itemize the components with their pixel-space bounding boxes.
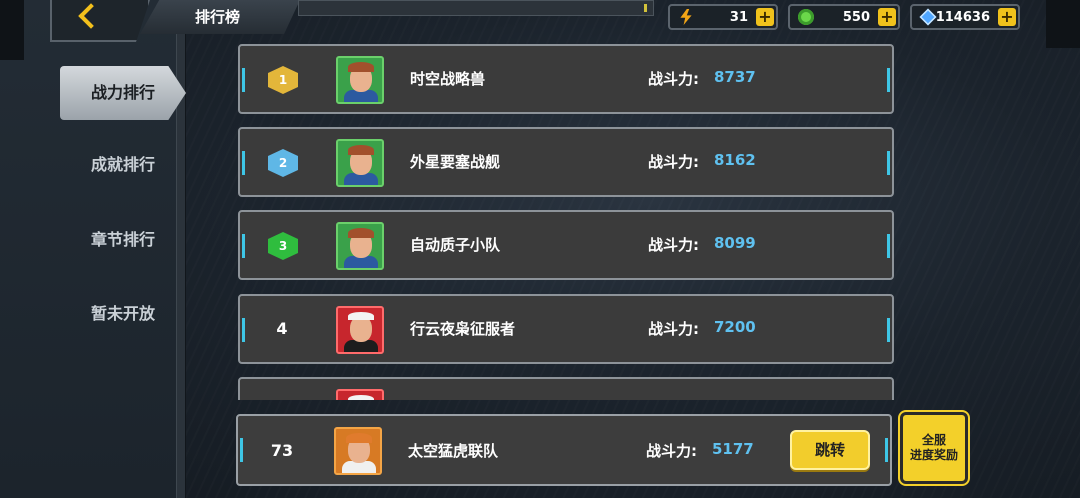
list-item[interactable]: 1 时空战略兽 战斗力: 8737 [238,44,894,114]
title-plate: 排行榜 [140,0,300,34]
rank-green-badge-icon: 3 [268,232,298,260]
power-label: 战斗力: [648,236,699,254]
back-button[interactable] [50,0,150,42]
tab-power-ranking[interactable]: 战力排行 [60,66,186,120]
resource-energy[interactable]: 31 + [668,4,778,30]
corner-frame-right [1046,0,1080,48]
tab-achievement-ranking[interactable]: 成就排行 [60,138,186,192]
list-item[interactable]: 3 自动质子小队 战斗力: 8099 [238,210,894,280]
avatar [336,56,384,104]
resource-diamond[interactable]: 114636 + [910,4,1020,30]
page-title: 排行榜 [195,8,241,26]
server-progress-reward-button[interactable]: 全服 进度奖励 [900,412,968,484]
player-name: 自动质子小队 [410,236,501,254]
green-gem-icon [798,9,814,25]
chevron-left-icon [78,3,104,29]
rank-number: 4 [276,319,288,338]
tab-not-open[interactable]: 暂未开放 [60,287,186,341]
power-label: 战斗力: [646,442,697,460]
power-label: 战斗力: [648,320,699,338]
diamond-icon [919,8,937,26]
power-label: 战斗力: [648,70,699,88]
reward-label-line1: 全服 [921,433,946,447]
resource-value: 550 [842,10,870,25]
power-value: 8162 [714,151,756,169]
rank-silver-badge-icon: 2 [268,149,298,177]
rank-gold-badge-icon: 1 [268,66,298,94]
avatar [336,139,384,187]
jump-button[interactable]: 跳转 [790,430,870,470]
avatar [334,427,382,475]
avatar [336,222,384,270]
ranking-list[interactable]: 1 时空战略兽 战斗力: 8737 2 外星要塞战舰 战斗力: 8162 3 自… [230,40,910,400]
resource-value: 114636 [935,10,990,25]
avatar [336,389,384,400]
energy-bolt-icon [680,9,692,25]
reward-label-line2: 进度奖励 [909,448,958,462]
list-item[interactable]: 2 外星要塞战舰 战斗力: 8162 [238,127,894,197]
avatar [336,306,384,354]
top-progress-bar [298,0,654,16]
list-item-partial[interactable] [238,377,894,400]
resource-value: 31 [729,10,748,25]
add-gem-button[interactable]: + [878,8,896,26]
my-rank-row[interactable]: 73 太空猛虎联队 战斗力: 5177 跳转 [236,414,892,486]
player-name: 行云夜枭征服者 [410,320,516,338]
player-name: 外星要塞战舰 [410,153,501,171]
add-diamond-button[interactable]: + [998,8,1016,26]
list-item[interactable]: 4 行云夜枭征服者 战斗力: 7200 [238,294,894,364]
add-energy-button[interactable]: + [756,8,774,26]
power-label: 战斗力: [648,153,699,171]
power-value: 8737 [714,68,756,86]
power-value: 8099 [714,234,756,252]
rank-number: 73 [270,441,294,460]
corner-frame-left [0,0,24,60]
player-name: 太空猛虎联队 [408,442,499,460]
resource-gem[interactable]: 550 + [788,4,900,30]
power-value: 5177 [712,440,754,458]
tab-chapter-ranking[interactable]: 章节排行 [60,213,186,267]
power-value: 7200 [714,318,756,336]
player-name: 时空战略兽 [410,70,486,88]
